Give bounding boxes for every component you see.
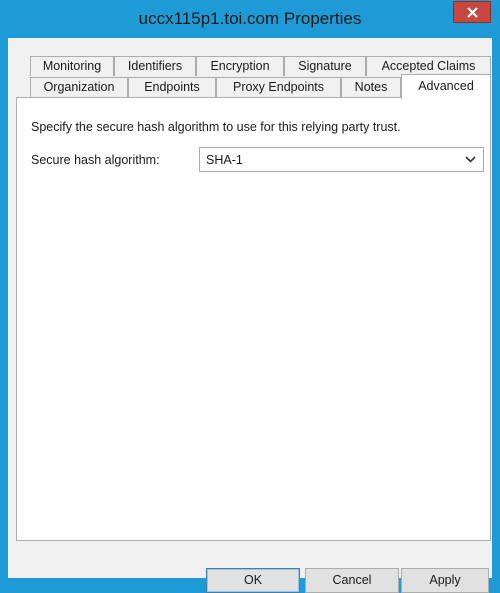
- tab-advanced[interactable]: Advanced: [401, 74, 491, 99]
- chevron-down-icon: [465, 156, 476, 163]
- close-button[interactable]: [453, 1, 491, 23]
- ok-button[interactable]: OK: [206, 568, 300, 593]
- hash-algorithm-value: SHA-1: [206, 153, 243, 167]
- tab-endpoints[interactable]: Endpoints: [128, 77, 216, 97]
- advanced-panel: Specify the secure hash algorithm to use…: [16, 97, 491, 541]
- window-title: uccx115p1.toi.com Properties: [138, 9, 362, 28]
- tab-proxy-endpoints[interactable]: Proxy Endpoints: [216, 77, 341, 97]
- apply-button[interactable]: Apply: [401, 568, 489, 593]
- tab-notes[interactable]: Notes: [341, 77, 401, 97]
- hash-algorithm-label: Secure hash algorithm:: [31, 153, 160, 167]
- hash-description: Specify the secure hash algorithm to use…: [31, 120, 401, 134]
- tab-identifiers[interactable]: Identifiers: [114, 56, 196, 76]
- tab-signature[interactable]: Signature: [284, 56, 366, 76]
- cancel-button[interactable]: Cancel: [305, 568, 399, 593]
- hash-algorithm-select[interactable]: SHA-1: [199, 147, 484, 172]
- tab-accepted-claims[interactable]: Accepted Claims: [366, 56, 491, 76]
- tab-encryption[interactable]: Encryption: [196, 56, 284, 76]
- close-icon: [467, 7, 478, 18]
- title-bar[interactable]: uccx115p1.toi.com Properties: [0, 0, 500, 38]
- tab-organization[interactable]: Organization: [30, 77, 128, 97]
- tab-monitoring[interactable]: Monitoring: [30, 56, 114, 76]
- dialog-client: Monitoring Identifiers Encryption Signat…: [8, 38, 492, 593]
- properties-window: uccx115p1.toi.com Properties Monitoring …: [0, 0, 500, 593]
